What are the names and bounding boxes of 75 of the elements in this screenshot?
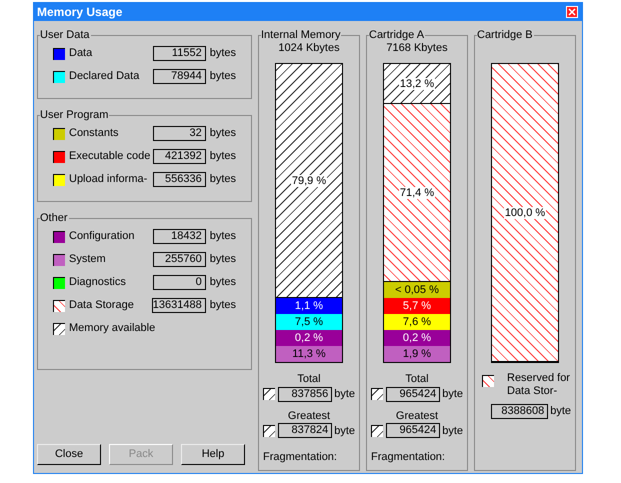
group-title: Cartridge A	[369, 28, 426, 42]
window-title: Memory Usage	[37, 4, 122, 21]
value-field: 556336	[152, 172, 206, 187]
value-field: 965424	[386, 386, 440, 402]
value-field: 0	[152, 275, 206, 290]
percent-label: 0,2 %	[402, 332, 432, 344]
legend-label: Constants	[69, 126, 120, 142]
unit-label: bytes	[210, 149, 236, 164]
value-field: 421392	[152, 149, 206, 164]
percent-label: 100,0 %	[504, 206, 546, 218]
percent-label: 13,2 %	[398, 78, 436, 90]
pattern-swatch	[53, 322, 65, 334]
stat-label: Total	[405, 372, 429, 386]
legend-label: Data Storage	[69, 298, 135, 314]
unit-label: bytes	[210, 229, 236, 244]
dialog-button[interactable]: Close	[37, 444, 101, 465]
value-field: 11552	[152, 46, 206, 61]
value-field: 13631488	[152, 298, 206, 313]
legend-label: Upload informa-	[69, 172, 148, 188]
stat-label: Total	[297, 372, 321, 386]
legend-label: System	[69, 252, 107, 268]
unit-label: byte	[550, 404, 571, 419]
capacity-label: 7168 Kbytes	[386, 41, 448, 55]
percent-label: 1,1 %	[294, 300, 324, 312]
unit-label: bytes	[210, 69, 236, 84]
percent-label: 0,2 %	[294, 332, 324, 344]
percent-label: 5,7 %	[402, 300, 432, 312]
value-field: 837824	[278, 423, 332, 438]
unit-label: byte	[442, 424, 463, 438]
legend-label: Memory available	[69, 321, 156, 336]
percent-label: 1,9 %	[402, 348, 432, 360]
unit-label: bytes	[210, 275, 236, 290]
group-title: Internal Memory	[261, 28, 342, 42]
percent-label: 7,6 %	[402, 316, 432, 328]
legend-label: Data	[69, 46, 94, 62]
value-field: 965424	[386, 423, 440, 438]
pattern-swatch	[482, 375, 494, 387]
percent-label: 71,4 %	[398, 186, 436, 199]
value-field: 255760	[152, 252, 206, 267]
stat-label: Greatest	[396, 408, 438, 422]
value-field: 18432	[152, 229, 206, 244]
percent-label: 79,9 %	[290, 174, 328, 186]
pattern-swatch	[263, 388, 275, 400]
pattern-swatch	[371, 424, 383, 437]
legend-label: Diagnostics	[69, 275, 127, 290]
legend-label: Executable code	[69, 149, 152, 164]
group-title: User Program	[40, 108, 110, 122]
value-field: 837856	[278, 386, 332, 402]
unit-label: bytes	[210, 298, 236, 314]
percent-label: 11,3 %	[292, 348, 326, 360]
dialog-button[interactable]: Help	[181, 444, 245, 465]
group-title: Cartridge B	[477, 28, 534, 42]
value-field: 78944	[152, 69, 206, 84]
value-field: 8388608	[491, 404, 548, 419]
unit-label: bytes	[210, 252, 236, 268]
pattern-swatch	[263, 424, 275, 437]
unit-label: bytes	[210, 172, 236, 188]
legend-label: Configuration	[69, 229, 136, 244]
percent-label: < 0,05 %	[395, 284, 439, 296]
percent-label: 7,5 %	[294, 316, 324, 328]
capacity-label: 1024 Kbytes	[278, 41, 340, 55]
fragmentation-label: Fragmentation:	[371, 450, 446, 465]
fragmentation-label: Fragmentation:	[263, 450, 338, 465]
unit-label: byte	[334, 387, 355, 402]
legend-label: Declared Data	[69, 69, 140, 84]
close-icon[interactable]	[566, 6, 578, 18]
pattern-swatch	[53, 300, 65, 312]
unit-label: bytes	[210, 46, 236, 62]
unit-label: byte	[442, 387, 463, 402]
pattern-swatch	[371, 388, 383, 400]
unit-label: bytes	[210, 126, 236, 142]
value-field: 32	[152, 126, 206, 141]
stat-label: Reserved for Data Stor-	[507, 372, 571, 398]
stat-label: Greatest	[288, 408, 330, 422]
unit-label: byte	[334, 424, 355, 438]
